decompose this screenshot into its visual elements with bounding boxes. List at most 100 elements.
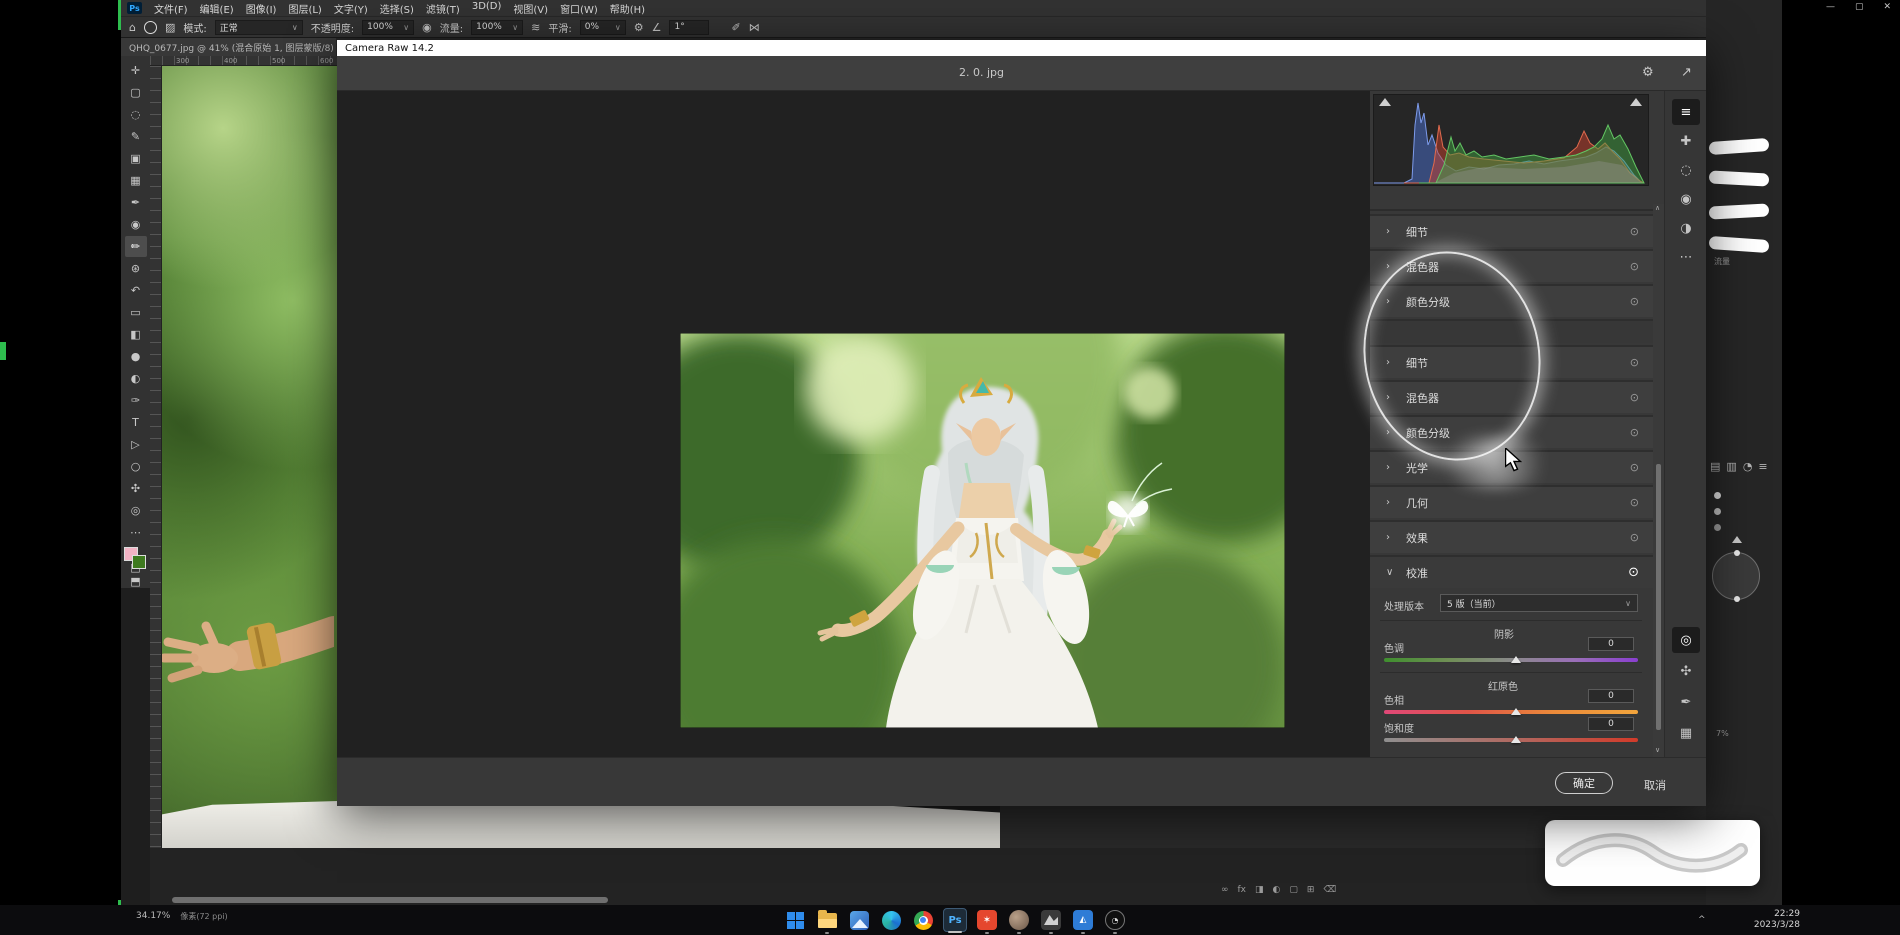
mode-select[interactable]: 正常∨ [215, 20, 303, 35]
blue-app-icon[interactable]: ◭ [1071, 908, 1095, 932]
status-zoom-value[interactable]: 34.17% [136, 911, 170, 922]
minimize-button[interactable]: — [1826, 2, 1835, 12]
eye-icon[interactable]: ⊙ [1630, 496, 1639, 509]
new-layer-icon[interactable]: ⊞ [1307, 885, 1315, 895]
healing-icon[interactable]: ✚ [1672, 128, 1700, 154]
opacity-select[interactable]: 100%∨ [362, 20, 414, 35]
hue-slider[interactable] [1384, 710, 1638, 714]
brush-settings-icon[interactable]: ✐ [731, 21, 740, 34]
tint-slider-thumb[interactable] [1511, 656, 1521, 663]
home-icon[interactable]: ⌂ [129, 21, 136, 34]
photos-icon[interactable] [847, 908, 871, 932]
lasso-tool[interactable]: ◌ [125, 104, 147, 125]
grid-icon[interactable]: ▦ [1672, 720, 1700, 746]
frame-tool[interactable]: ▦ [125, 170, 147, 191]
adjustment-layer-icon[interactable]: ◐ [1273, 885, 1281, 895]
hue-slider-thumb[interactable] [1511, 708, 1521, 715]
eye-icon[interactable]: ⊙ [1630, 426, 1639, 439]
type-tool[interactable]: T [125, 412, 147, 433]
saturation-slider[interactable] [1384, 738, 1638, 742]
pressure-opacity-icon[interactable]: ◉ [422, 21, 432, 34]
dark-app-icon[interactable] [1039, 908, 1063, 932]
menu-item[interactable]: 图像(I) [246, 1, 277, 16]
red-eye-icon[interactable]: ◉ [1672, 186, 1700, 212]
clone-stamp-tool[interactable]: ⊛ [125, 258, 147, 279]
menu-item[interactable]: 视图(V) [513, 1, 548, 16]
edit-icon[interactable]: ≡ [1672, 99, 1700, 125]
eyedropper-tool[interactable]: ✒ [125, 192, 147, 213]
section-expanded-9[interactable]: ∨校准⊙ [1370, 555, 1653, 588]
menu-item[interactable]: 窗口(W) [560, 1, 598, 16]
edge-icon[interactable] [879, 908, 903, 932]
white-balance-icon[interactable]: ✒ [1672, 689, 1700, 715]
chrome-icon[interactable] [911, 908, 935, 932]
angle-input[interactable]: 1° [669, 20, 709, 35]
highlight-clipping-icon[interactable] [1630, 98, 1642, 106]
menu-item[interactable]: 帮助(H) [610, 1, 645, 16]
menu-item[interactable]: 图层(L) [288, 1, 321, 16]
blur-tool[interactable]: ● [125, 346, 147, 367]
zoom-tool[interactable]: ◎ [125, 500, 147, 521]
layer-effects-icon[interactable]: fx [1238, 885, 1247, 895]
scrollbar-thumb[interactable] [1656, 464, 1661, 730]
saturation-slider-thumb[interactable] [1511, 736, 1521, 743]
horizontal-scrollbar[interactable] [172, 897, 608, 903]
brush-stroke-thumbnail[interactable] [1709, 170, 1770, 186]
masking-icon[interactable]: ◌ [1672, 157, 1700, 183]
ok-button[interactable]: 确定 [1555, 772, 1613, 794]
background-color-swatch[interactable] [132, 555, 146, 569]
crop-tool[interactable]: ▣ [125, 148, 147, 169]
eye-icon[interactable]: ⊙ [1630, 225, 1639, 238]
pen-tool[interactable]: ✑ [125, 390, 147, 411]
close-button[interactable]: ✕ [1884, 2, 1892, 12]
file-explorer-icon[interactable] [815, 908, 839, 932]
menu-item[interactable]: 编辑(E) [200, 1, 234, 16]
menu-item[interactable]: 文字(Y) [334, 1, 368, 16]
eye-icon[interactable]: ⊙ [1630, 391, 1639, 404]
eraser-tool[interactable]: ▭ [125, 302, 147, 323]
section-8[interactable]: ›效果⊙ [1370, 520, 1653, 553]
menu-item[interactable]: 滤镜(T) [426, 1, 460, 16]
healing-brush-tool[interactable]: ◉ [125, 214, 147, 235]
hue-value[interactable]: 0 [1588, 689, 1634, 703]
section-7[interactable]: ›几何⊙ [1370, 485, 1653, 518]
layer-group-icon[interactable]: ▢ [1289, 885, 1298, 895]
presets-icon[interactable]: ◑ [1672, 215, 1700, 241]
eye-icon[interactable]: ⊙ [1630, 461, 1639, 474]
shadow-clipping-icon[interactable] [1379, 98, 1391, 106]
camera-raw-titlebar[interactable]: Camera Raw 14.2 [337, 40, 1706, 56]
symmetry-butterfly-icon[interactable]: ⋈ [749, 21, 760, 34]
eye-icon[interactable]: ⊙ [1630, 356, 1639, 369]
camera-raw-preview[interactable]: 适应（47%） 30% ∨ ▭ ◫ [337, 91, 1370, 757]
delete-layer-icon[interactable]: ⌫ [1323, 885, 1336, 895]
histogram[interactable] [1373, 94, 1649, 186]
flow-select[interactable]: 100%∨ [471, 20, 523, 35]
saturation-value[interactable]: 0 [1588, 717, 1634, 731]
panel-toggle-icon[interactable]: ▨ [165, 21, 175, 34]
link-layers-icon[interactable]: ∞ [1221, 885, 1229, 895]
smooth-select[interactable]: 0%∨ [580, 20, 626, 35]
brush-preset-icon[interactable] [144, 21, 157, 34]
cancel-button[interactable]: 取消 [1644, 777, 1666, 793]
marquee-tool[interactable]: ▢ [125, 82, 147, 103]
brush-stroke-thumbnail[interactable] [1709, 236, 1770, 253]
color-swatches[interactable] [124, 547, 148, 560]
history-brush-tool[interactable]: ↶ [125, 280, 147, 301]
path-select-tool[interactable]: ▷ [125, 434, 147, 455]
tint-value[interactable]: 0 [1588, 637, 1634, 651]
smoothing-options-icon[interactable]: ⚙ [634, 21, 644, 34]
quick-selection-tool[interactable]: ✎ [125, 126, 147, 147]
fullscreen-icon[interactable]: ↗ [1681, 65, 1692, 80]
document-canvas[interactable] [162, 66, 337, 848]
round-app-icon[interactable] [1007, 908, 1031, 932]
menu-item[interactable]: 文件(F) [154, 1, 188, 16]
brush-stroke-thumbnail[interactable] [1709, 203, 1770, 219]
screen-mode-icon[interactable]: ⬒ [125, 575, 147, 588]
brush-stroke-thumbnail[interactable] [1709, 138, 1770, 155]
section-0[interactable]: ›细节⊙ [1370, 214, 1653, 247]
tint-slider[interactable] [1384, 658, 1638, 662]
taskbar-clock[interactable]: 22:29 2023/3/28 [1720, 909, 1800, 931]
obs-icon[interactable]: ◔ [1103, 908, 1127, 932]
chevron-right-icon[interactable]: › [1386, 497, 1398, 508]
eye-icon[interactable]: ⊙ [1628, 565, 1639, 580]
